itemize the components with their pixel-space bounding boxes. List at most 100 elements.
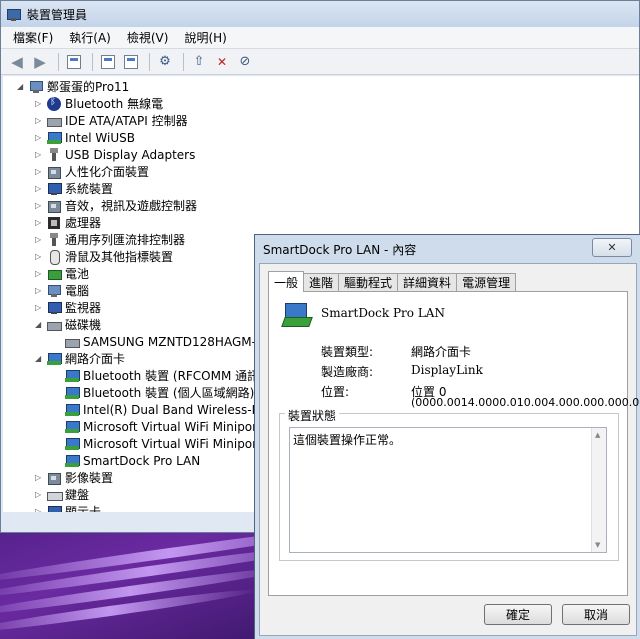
expand-arrow-icon[interactable]: ▷ bbox=[35, 473, 45, 482]
tree-item[interactable]: ▷ IDE ATA/ATAPI 控制器 bbox=[35, 112, 188, 129]
tree-item[interactable]: ▷ 監視器 bbox=[35, 299, 101, 316]
menu-help[interactable]: 說明(H) bbox=[176, 29, 234, 46]
tree-item[interactable]: ▷ 人性化介面裝置 bbox=[35, 163, 149, 180]
back-arrow-icon[interactable]: ◀ bbox=[7, 52, 27, 72]
uninstall-icon[interactable]: ✕ bbox=[212, 52, 232, 72]
tree-label: SAMSUNG MZNTD128HAGM-0 bbox=[83, 334, 264, 349]
tree-root[interactable]: ◢ 鄭蛋蛋的Pro11 bbox=[17, 78, 129, 95]
properties-icon[interactable] bbox=[98, 52, 118, 72]
tree-label: 影像裝置 bbox=[65, 471, 114, 485]
device-manager-titlebar[interactable]: 裝置管理員 bbox=[1, 1, 639, 27]
tree-item[interactable]: ▷ 顯示卡 bbox=[35, 503, 101, 512]
menu-file[interactable]: 檔案(F) bbox=[5, 29, 61, 46]
expand-arrow-icon[interactable]: ▷ bbox=[35, 99, 45, 108]
tab-power-management[interactable]: 電源管理 bbox=[456, 273, 517, 291]
expand-arrow-icon[interactable]: ▷ bbox=[35, 133, 45, 142]
expand-arrow-icon[interactable]: ▷ bbox=[35, 116, 45, 125]
menu-view[interactable]: 檢視(V) bbox=[119, 29, 177, 46]
expand-arrow-icon[interactable]: ▷ bbox=[35, 150, 45, 159]
device-name: SmartDock Pro LAN bbox=[321, 306, 445, 320]
close-icon: ✕ bbox=[607, 241, 617, 254]
tree-item[interactable]: Microsoft Virtual WiFi Miniport A bbox=[53, 418, 274, 435]
tab-details[interactable]: 詳細資料 bbox=[397, 273, 458, 291]
tree-item[interactable]: Bluetooth 裝置 (個人區域網路) #2 bbox=[53, 384, 276, 401]
tree-label: 顯示卡 bbox=[65, 505, 102, 512]
tree-item[interactable]: ▷ USB Display Adapters bbox=[35, 146, 195, 163]
tree-item[interactable]: ▷ 電池 bbox=[35, 265, 89, 282]
ok-button[interactable]: 確定 bbox=[484, 604, 552, 625]
tree-label: 磁碟機 bbox=[65, 318, 102, 332]
tab-driver[interactable]: 驅動程式 bbox=[338, 273, 399, 291]
tree-label: Bluetooth 裝置 (RFCOMM 通訊協 bbox=[83, 369, 272, 383]
tree-item[interactable]: Intel(R) Dual Band Wireless-N 72 bbox=[53, 401, 280, 418]
tree-item[interactable]: ◢ 網路介面卡 bbox=[35, 350, 125, 367]
disable-device-icon[interactable]: ⊘ bbox=[235, 52, 255, 72]
tree-item[interactable]: Bluetooth 裝置 (RFCOMM 通訊協 bbox=[53, 367, 271, 384]
sound-icon bbox=[47, 199, 61, 213]
expand-arrow-icon[interactable]: ▷ bbox=[35, 303, 45, 312]
help-icon[interactable] bbox=[121, 52, 141, 72]
tree-item[interactable]: ▷ Intel WiUSB bbox=[35, 129, 135, 146]
forward-arrow-icon[interactable]: ▶ bbox=[30, 52, 50, 72]
scroll-up-icon[interactable]: ▲ bbox=[595, 431, 600, 439]
expand-arrow-icon[interactable]: ▷ bbox=[35, 507, 45, 512]
expand-arrow-icon[interactable]: ▷ bbox=[35, 167, 45, 176]
menu-action[interactable]: 執行(A) bbox=[61, 29, 119, 46]
show-hide-tree-icon[interactable] bbox=[64, 52, 84, 72]
properties-dialog: SmartDock Pro LAN - 內容 ✕ 一般 進階 驅動程式 詳細資料… bbox=[254, 234, 640, 639]
collapse-arrow-icon[interactable]: ◢ bbox=[35, 354, 45, 363]
processor-icon bbox=[47, 216, 61, 230]
tree-item[interactable]: ▷ 電腦 bbox=[35, 282, 89, 299]
tree-item[interactable]: ▷ 通用序列匯流排控制器 bbox=[35, 231, 185, 248]
device-status-textbox[interactable]: 這個裝置操作正常。 ▲ ▼ bbox=[289, 427, 607, 553]
tree-item[interactable]: SmartDock Pro LAN bbox=[53, 452, 200, 469]
collapse-arrow-icon[interactable]: ◢ bbox=[35, 320, 45, 329]
expand-arrow-icon[interactable]: ▷ bbox=[35, 269, 45, 278]
hid-icon bbox=[47, 165, 61, 179]
tree-item[interactable]: ▷ Bluetooth 無線電 bbox=[35, 95, 163, 112]
tab-advanced[interactable]: 進階 bbox=[303, 273, 340, 291]
tree-label: Bluetooth 無線電 bbox=[65, 97, 164, 111]
close-button[interactable]: ✕ bbox=[592, 238, 632, 257]
tree-label: 音效，視訊及遊戲控制器 bbox=[65, 199, 198, 213]
collapse-arrow-icon[interactable]: ◢ bbox=[17, 82, 27, 91]
menu-bar: 檔案(F) 執行(A) 檢視(V) 說明(H) bbox=[1, 27, 639, 49]
camera-icon bbox=[47, 471, 61, 485]
expand-arrow-icon[interactable]: ▷ bbox=[35, 184, 45, 193]
tree-item[interactable]: ▷ 滑鼠及其他指標裝置 bbox=[35, 248, 173, 265]
tree-item[interactable]: ▷ 鍵盤 bbox=[35, 486, 89, 503]
expand-arrow-icon[interactable]: ▷ bbox=[35, 490, 45, 499]
scan-hardware-icon[interactable]: ⚙ bbox=[155, 52, 175, 72]
network-adapter-icon bbox=[65, 437, 80, 451]
tree-item[interactable]: ▷ 系統裝置 bbox=[35, 180, 113, 197]
tree-item[interactable]: ▷ 影像裝置 bbox=[35, 469, 113, 486]
tree-item[interactable]: ▷ 處理器 bbox=[35, 214, 101, 231]
expand-arrow-icon[interactable]: ▷ bbox=[35, 286, 45, 295]
dialog-body: 一般 進階 驅動程式 詳細資料 電源管理 SmartDock Pro LAN 裝… bbox=[259, 263, 640, 636]
tree-label: Microsoft Virtual WiFi Miniport A bbox=[83, 419, 274, 434]
tree-item[interactable]: SAMSUNG MZNTD128HAGM-0 bbox=[53, 333, 264, 350]
manufacturer-value: DisplayLink bbox=[411, 363, 483, 377]
tree-item[interactable]: ◢ 磁碟機 bbox=[35, 316, 101, 333]
update-driver-icon[interactable]: ⇧ bbox=[189, 52, 209, 72]
expand-arrow-icon[interactable]: ▷ bbox=[35, 201, 45, 210]
toolbar-separator bbox=[149, 52, 150, 71]
window-title: 裝置管理員 bbox=[27, 7, 88, 22]
tree-item[interactable]: ▷ 音效，視訊及遊戲控制器 bbox=[35, 197, 197, 214]
dialog-titlebar[interactable]: SmartDock Pro LAN - 內容 bbox=[255, 235, 640, 263]
tree-label: Intel(R) Dual Band Wireless-N 72 bbox=[83, 402, 280, 417]
network-adapter-icon bbox=[65, 369, 80, 383]
location-label: 位置: bbox=[321, 385, 350, 399]
tab-general[interactable]: 一般 bbox=[268, 271, 305, 292]
scroll-down-icon[interactable]: ▼ bbox=[595, 541, 600, 549]
expand-arrow-icon[interactable]: ▷ bbox=[35, 218, 45, 227]
device-type-value: 網路介面卡 bbox=[411, 345, 472, 359]
disk-drive-icon bbox=[47, 318, 62, 332]
expand-arrow-icon[interactable]: ▷ bbox=[35, 252, 45, 261]
tree-label: SmartDock Pro LAN bbox=[83, 453, 201, 468]
status-scrollbar[interactable]: ▲ ▼ bbox=[591, 428, 606, 552]
cancel-button[interactable]: 取消 bbox=[562, 604, 630, 625]
tree-label: 通用序列匯流排控制器 bbox=[65, 233, 186, 247]
tree-item[interactable]: Microsoft Virtual WiFi Miniport A bbox=[53, 435, 274, 452]
expand-arrow-icon[interactable]: ▷ bbox=[35, 235, 45, 244]
